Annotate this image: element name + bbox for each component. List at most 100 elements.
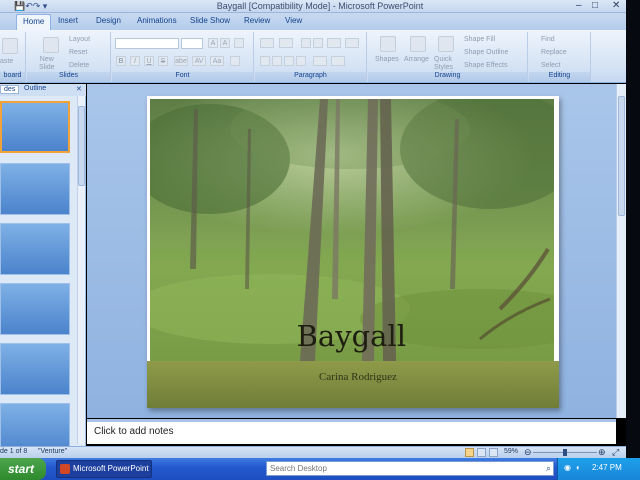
shape-effects-button[interactable]: Shape Effects: [464, 62, 507, 69]
delete-button[interactable]: Delete: [69, 62, 89, 69]
new-slide-button[interactable]: New Slide: [39, 56, 55, 72]
new-slide-icon[interactable]: [43, 37, 59, 53]
find-button[interactable]: Find: [541, 36, 555, 43]
tab-outline[interactable]: Outline: [24, 85, 46, 92]
slide-thumbnail-4[interactable]: [0, 283, 70, 335]
bold-button[interactable]: B: [116, 56, 126, 66]
shapes-icon[interactable]: [380, 36, 396, 52]
slide-footer-band: Carina Rodriguez: [147, 361, 559, 408]
drawing-group: Shapes Arrange Quick Styles Shape Fill S…: [368, 32, 528, 82]
notes-placeholder[interactable]: Click to add notes: [94, 426, 174, 437]
tab-home[interactable]: Home: [16, 14, 52, 30]
close-icon[interactable]: ✕: [612, 0, 620, 11]
tab-view[interactable]: View: [285, 16, 302, 25]
window-title: Baygall [Compatibility Mode] - Microsoft…: [216, 1, 424, 11]
pane-scrollbar[interactable]: [77, 96, 85, 444]
clock[interactable]: 2:47 PM: [592, 463, 622, 472]
line-spacing-icon[interactable]: [327, 38, 341, 48]
notes-pane[interactable]: Click to add notes: [87, 419, 616, 444]
normal-view-icon[interactable]: [465, 448, 474, 457]
task-label: Microsoft PowerPoint ...: [73, 464, 152, 473]
shapes-button[interactable]: Shapes: [375, 56, 399, 63]
zoom-out-icon[interactable]: ⊖: [524, 447, 532, 458]
desktop-search[interactable]: ⌕: [266, 461, 554, 476]
tab-animations[interactable]: Animations: [137, 16, 177, 25]
quick-styles-icon[interactable]: [438, 36, 454, 52]
powerpoint-task-button[interactable]: Microsoft PowerPoint ...: [56, 460, 152, 478]
shrink-font-button[interactable]: A: [220, 38, 230, 48]
slideshow-icon[interactable]: [489, 448, 498, 457]
paste-icon[interactable]: [2, 38, 18, 54]
layout-button[interactable]: Layout: [69, 36, 90, 43]
slide-thumbnail-2[interactable]: [0, 163, 70, 215]
slide-thumbnail-5[interactable]: [0, 343, 70, 395]
select-button[interactable]: Select: [541, 62, 560, 69]
bullets-icon[interactable]: [260, 38, 274, 48]
start-button[interactable]: start: [0, 458, 46, 480]
tab-slides[interactable]: des: [0, 85, 20, 94]
title-bar: 💾↶↷ ▾ Baygall [Compatibility Mode] - Mic…: [0, 0, 640, 13]
pane-tab-bar: des Outline ✕: [0, 84, 86, 96]
volume-icon[interactable]: ◐: [576, 463, 581, 472]
numbering-icon[interactable]: [279, 38, 293, 48]
main-scrollbar[interactable]: [616, 84, 626, 418]
current-slide[interactable]: Baygall Carina Rodriguez: [147, 96, 559, 408]
font-size-input[interactable]: [181, 38, 203, 49]
tab-review[interactable]: Review: [244, 16, 270, 25]
shadow-button[interactable]: abe: [174, 56, 188, 66]
pane-scroll-thumb[interactable]: [78, 106, 85, 186]
zoom-slider-knob[interactable]: [563, 449, 567, 456]
reset-button[interactable]: Reset: [69, 49, 87, 56]
strikethrough-button[interactable]: S: [158, 56, 168, 66]
align-left-icon[interactable]: [260, 56, 270, 66]
text-direction-icon[interactable]: [313, 56, 327, 66]
slide-title[interactable]: Baygall: [150, 319, 554, 353]
slide-sorter-icon[interactable]: [477, 448, 486, 457]
maximize-icon[interactable]: □: [592, 0, 598, 11]
close-pane-icon[interactable]: ✕: [76, 85, 82, 93]
slide-subtitle[interactable]: Carina Rodriguez: [147, 371, 559, 383]
align-right-icon[interactable]: [284, 56, 294, 66]
zoom-level[interactable]: 59%: [504, 448, 518, 455]
change-case-button[interactable]: Aa: [210, 56, 224, 66]
grow-font-button[interactable]: A: [208, 38, 218, 48]
italic-button[interactable]: I: [130, 56, 140, 66]
font-name-input[interactable]: [115, 38, 179, 49]
slide-thumbnail-3[interactable]: [0, 223, 70, 275]
fit-window-icon[interactable]: ⤢: [612, 447, 619, 458]
tab-slide-show[interactable]: Slide Show: [190, 16, 230, 25]
justify-icon[interactable]: [296, 56, 306, 66]
tab-design[interactable]: Design: [96, 16, 121, 25]
slide-thumbnail-1[interactable]: [0, 101, 70, 153]
quick-styles-button[interactable]: Quick Styles: [434, 56, 453, 72]
replace-button[interactable]: Replace: [541, 49, 567, 56]
network-icon[interactable]: ◉: [564, 463, 571, 472]
ribbon-tab-bar: Home Insert Design Animations Slide Show…: [0, 13, 640, 30]
align-center-icon[interactable]: [272, 56, 282, 66]
spacing-button[interactable]: AV: [192, 56, 206, 66]
drawing-label: Drawing: [368, 72, 527, 82]
increase-indent-icon[interactable]: [313, 38, 323, 48]
main-scroll-thumb[interactable]: [618, 96, 625, 216]
align-text-icon[interactable]: [331, 56, 345, 66]
window-edge: [626, 0, 640, 458]
tab-insert[interactable]: Insert: [58, 16, 78, 25]
arrange-icon[interactable]: [410, 36, 426, 52]
minimize-icon[interactable]: –: [576, 0, 582, 11]
search-icon[interactable]: ⌕: [546, 463, 551, 474]
arrange-button[interactable]: Arrange: [404, 56, 429, 63]
columns-icon[interactable]: [345, 38, 359, 48]
paste-button[interactable]: aste: [0, 58, 13, 65]
underline-button[interactable]: U: [144, 56, 154, 66]
taskbar: start Microsoft PowerPoint ... ⌕ ◉ ◐ 2:4…: [0, 458, 640, 480]
zoom-in-icon[interactable]: ⊕: [598, 447, 606, 458]
decrease-indent-icon[interactable]: [301, 38, 311, 48]
clear-format-icon[interactable]: [234, 38, 244, 48]
slides-label: Slides: [27, 72, 110, 82]
editing-group: Find Replace Select Editing: [529, 32, 591, 82]
editing-label: Editing: [529, 72, 590, 82]
shape-fill-button[interactable]: Shape Fill: [464, 36, 495, 43]
shape-outline-button[interactable]: Shape Outline: [464, 49, 508, 56]
font-color-icon[interactable]: [230, 56, 240, 66]
search-input[interactable]: [267, 462, 527, 475]
